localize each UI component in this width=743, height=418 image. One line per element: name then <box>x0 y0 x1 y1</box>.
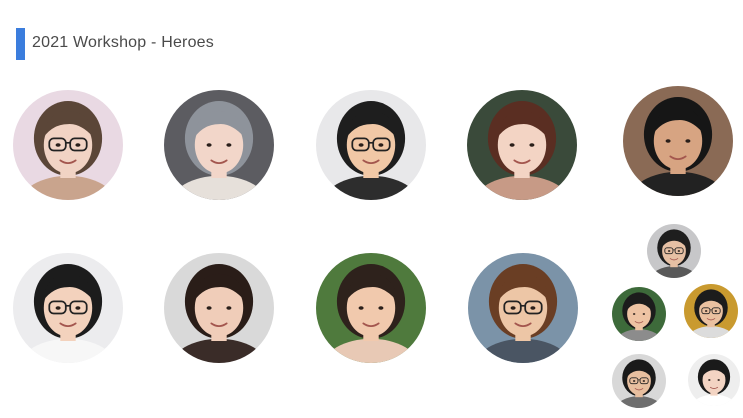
avatar <box>164 253 274 363</box>
avatar <box>684 284 738 338</box>
avatar <box>13 90 123 200</box>
portrait-photo <box>164 253 274 363</box>
portrait-photo <box>13 90 123 200</box>
avatar <box>316 90 426 200</box>
avatar <box>467 90 577 200</box>
portrait-photo <box>467 90 577 200</box>
avatar <box>612 287 666 341</box>
avatar <box>688 354 740 406</box>
portrait-photo <box>684 284 738 338</box>
avatar <box>316 253 426 363</box>
avatar <box>468 253 578 363</box>
portrait-photo <box>612 287 666 341</box>
portrait-photo <box>612 354 666 408</box>
avatar <box>647 224 701 278</box>
portrait-photo <box>468 253 578 363</box>
avatar <box>13 253 123 363</box>
portrait-photo <box>13 253 123 363</box>
page-title: 2021 Workshop - Heroes <box>32 34 214 51</box>
title-accent-bar <box>16 28 25 60</box>
portrait-photo <box>316 90 426 200</box>
portrait-photo <box>647 224 701 278</box>
avatar <box>612 354 666 408</box>
portrait-photo <box>688 354 740 406</box>
avatar <box>164 90 274 200</box>
avatar <box>623 86 733 196</box>
portrait-photo <box>316 253 426 363</box>
portrait-photo <box>164 90 274 200</box>
portrait-photo <box>623 86 733 196</box>
